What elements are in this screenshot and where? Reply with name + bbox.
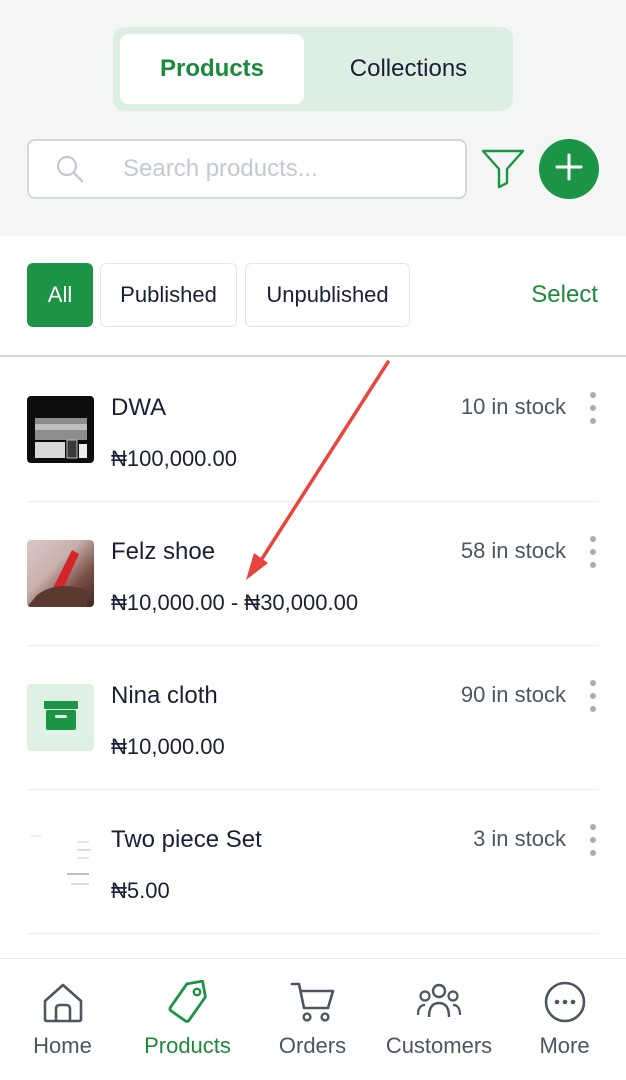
product-price: ₦5.00 [111, 878, 170, 903]
product-thumbnail [27, 540, 94, 607]
product-thumbnail [27, 396, 94, 463]
nav-more[interactable]: More [503, 959, 626, 1080]
stock-count: 90 in stock [460, 682, 566, 707]
bottom-navigation: Home Products Orders Customers More [0, 958, 626, 1080]
plus-icon [554, 152, 584, 187]
add-product-button[interactable] [539, 139, 599, 199]
vertical-dots-icon [590, 536, 596, 568]
vertical-dots-icon [590, 392, 596, 424]
search-icon [55, 154, 85, 189]
stock-count: 3 in stock [473, 826, 566, 851]
nav-customers-label: Customers [385, 1033, 493, 1058]
nav-customers[interactable]: Customers [375, 959, 503, 1080]
product-name: DWA [111, 394, 167, 421]
vertical-dots-icon [590, 680, 596, 712]
more-circle-icon [541, 979, 589, 1025]
archive-box-icon [43, 699, 79, 736]
more-options-button[interactable] [582, 388, 604, 428]
product-price: ₦100,000.00 [111, 446, 237, 471]
users-icon [415, 979, 463, 1025]
vertical-dots-icon [590, 824, 596, 856]
segmented-control: Products Collections [113, 27, 513, 111]
divider [0, 355, 626, 357]
product-row[interactable]: Felz shoe ₦10,000.00 - ₦30,000.00 58 in … [0, 502, 626, 646]
product-name: Two piece Set [111, 826, 262, 853]
nav-products-label: Products [144, 1033, 231, 1058]
nav-orders[interactable]: Orders [250, 959, 375, 1080]
product-price: ₦10,000.00 [111, 734, 225, 759]
more-options-button[interactable] [582, 676, 604, 716]
tab-collections[interactable]: Collections [311, 34, 506, 104]
product-thumbnail [27, 828, 94, 895]
select-link[interactable]: Select [531, 281, 598, 309]
filter-button[interactable] [478, 145, 528, 195]
product-row[interactable]: Nina cloth ₦10,000.00 90 in stock [0, 646, 626, 790]
more-options-button[interactable] [582, 820, 604, 860]
tab-products[interactable]: Products [120, 34, 304, 104]
row-separator [27, 933, 599, 934]
nav-home-label: Home [33, 1033, 92, 1058]
nav-products[interactable]: Products [125, 959, 250, 1080]
filter-chip-all[interactable]: All [27, 263, 93, 327]
product-row[interactable]: Two piece Set ₦5.00 3 in stock [0, 790, 626, 934]
cart-icon [289, 979, 337, 1025]
filter-chip-published[interactable]: Published [100, 263, 237, 327]
more-options-button[interactable] [582, 532, 604, 572]
search-input[interactable] [123, 149, 453, 189]
nav-more-label: More [539, 1033, 590, 1058]
product-name: Felz shoe [111, 538, 216, 565]
filter-icon [480, 147, 526, 194]
product-price: ₦10,000.00 - ₦30,000.00 [111, 590, 359, 615]
nav-home[interactable]: Home [0, 959, 125, 1080]
stock-count: 58 in stock [460, 538, 566, 563]
tag-icon [164, 979, 212, 1025]
filter-chip-unpublished[interactable]: Unpublished [245, 263, 410, 327]
product-name: Nina cloth [111, 682, 218, 709]
nav-orders-label: Orders [278, 1033, 347, 1058]
stock-count: 10 in stock [460, 394, 566, 419]
product-row[interactable]: DWA ₦100,000.00 10 in stock [0, 358, 626, 502]
home-icon [39, 979, 87, 1025]
top-area: Products Collections [0, 0, 626, 236]
search-box[interactable] [27, 139, 467, 199]
product-thumbnail [27, 684, 94, 751]
